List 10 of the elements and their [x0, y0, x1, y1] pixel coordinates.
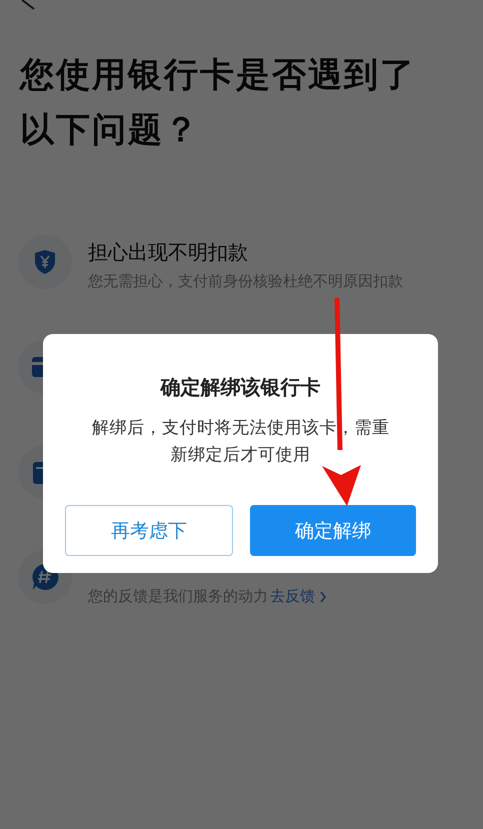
- chevron-icon: [319, 590, 327, 602]
- back-icon[interactable]: [20, 0, 36, 10]
- confirm-button[interactable]: 确定解绑: [250, 505, 416, 556]
- dialog-message: 解绑后，支付时将无法使用该卡，需重新绑定后才可使用: [90, 417, 390, 467]
- shield-icon: [34, 249, 56, 275]
- feedback-link[interactable]: 去反馈: [270, 587, 327, 606]
- page-heading: 您使用银行卡是否遇到了以下问题？: [20, 54, 417, 152]
- dialog-title: 确定解绑该银行卡: [159, 374, 322, 401]
- cancel-button[interactable]: 再考虑下: [65, 505, 233, 556]
- issue-title: 担心出现不明扣款: [88, 240, 249, 264]
